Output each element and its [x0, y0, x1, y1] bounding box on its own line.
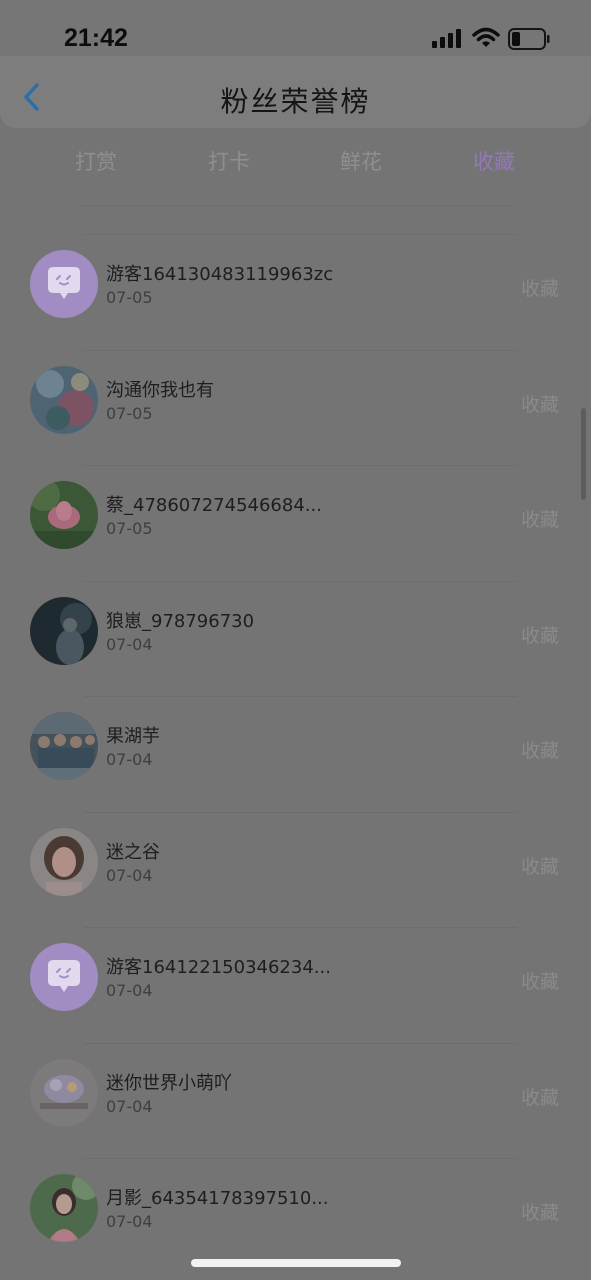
guest-chat-icon — [30, 250, 98, 318]
avatar-photo — [30, 1058, 98, 1127]
user-name: 迷之谷 — [106, 841, 160, 863]
favorite-tag: 收藏 — [520, 624, 559, 647]
user-date: 07-05 — [106, 288, 153, 307]
cellular-signal-icon — [432, 29, 461, 48]
favorite-tag: 收藏 — [520, 393, 559, 416]
wifi-icon — [472, 27, 500, 47]
user-date: 07-04 — [106, 1096, 153, 1116]
scrollbar[interactable] — [581, 408, 586, 500]
guest-chat-icon — [30, 943, 98, 1011]
user-name: 游客164122150346234... — [106, 957, 331, 978]
avatar-photo — [30, 481, 98, 549]
home-indicator[interactable] — [191, 1259, 401, 1267]
avatar — [30, 250, 98, 318]
user-date: 07-05 — [106, 519, 153, 538]
list-item[interactable]: 游客164122150346234... 07-04 收藏 — [0, 927, 591, 1043]
avatar — [30, 1058, 98, 1127]
list-item[interactable]: 游客164130483119963zc 07-05 收藏 — [0, 234, 591, 350]
favorite-tag: 收藏 — [520, 1086, 559, 1109]
page-title: 粉丝荣誉榜 — [220, 85, 371, 118]
avatar — [30, 827, 98, 896]
user-name: 沟通你我也有 — [106, 379, 214, 401]
tab-checkin[interactable]: 打卡 — [184, 146, 274, 176]
favorite-tag: 收藏 — [520, 509, 559, 531]
avatar — [30, 596, 98, 665]
tab-favorites[interactable]: 收藏 — [449, 146, 539, 176]
avatar — [30, 365, 98, 434]
tab-divider — [82, 205, 510, 206]
user-date: 07-04 — [106, 750, 153, 769]
avatar-photo — [30, 596, 98, 665]
tab-tip[interactable]: 打赏 — [51, 146, 141, 176]
user-date: 07-04 — [106, 1212, 153, 1231]
favorite-tag: 收藏 — [520, 855, 559, 878]
list-item[interactable]: 狼崽_978796730 07-04 收藏 — [0, 580, 591, 697]
list-item[interactable]: 果湖芋 07-04 收藏 — [0, 696, 591, 812]
list-item[interactable]: 迷之谷 07-04 收藏 — [0, 811, 591, 928]
user-name: 狼崽_978796730 — [106, 610, 255, 632]
user-name: 果湖芋 — [106, 726, 160, 747]
status-bar: 21:42 — [0, 0, 591, 56]
list-item[interactable]: 月影_64354178397510... 07-04 收藏 — [0, 1158, 591, 1274]
user-date: 07-04 — [106, 634, 153, 654]
avatar — [30, 1174, 98, 1242]
battery-icon — [508, 28, 550, 50]
list-item[interactable]: 迷你世界小萌吖 07-04 收藏 — [0, 1042, 591, 1159]
list-item[interactable]: 蔡_478607274546684... 07-05 收藏 — [0, 465, 591, 581]
list-item[interactable]: 沟通你我也有 07-05 收藏 — [0, 349, 591, 466]
avatar — [30, 712, 98, 780]
favorite-tag: 收藏 — [520, 971, 559, 993]
avatar — [30, 943, 98, 1011]
user-name: 蔡_478607274546684... — [106, 495, 322, 516]
avatar-photo — [30, 827, 98, 896]
user-name: 迷你世界小萌吖 — [106, 1072, 232, 1094]
fan-list: 游客164130483119963zc 07-05 收藏 沟通你我也有 07-0… — [0, 234, 591, 1274]
status-time: 21:42 — [64, 24, 128, 52]
user-name: 月影_64354178397510... — [106, 1188, 329, 1209]
favorite-tag: 收藏 — [520, 740, 559, 762]
avatar-photo — [30, 365, 98, 434]
tab-flowers[interactable]: 鲜花 — [316, 146, 406, 176]
favorite-tag: 收藏 — [520, 278, 559, 300]
user-name: 游客164130483119963zc — [106, 264, 334, 285]
user-date: 07-04 — [106, 865, 153, 885]
avatar — [30, 481, 98, 549]
header: 粉丝荣誉榜 — [0, 56, 591, 128]
user-date: 07-05 — [106, 403, 153, 423]
tab-bar: 打赏 打卡 鲜花 收藏 — [0, 140, 591, 184]
favorite-tag: 收藏 — [520, 1202, 559, 1224]
avatar-photo — [30, 712, 98, 780]
user-date: 07-04 — [106, 981, 153, 1000]
avatar-photo — [30, 1174, 98, 1242]
